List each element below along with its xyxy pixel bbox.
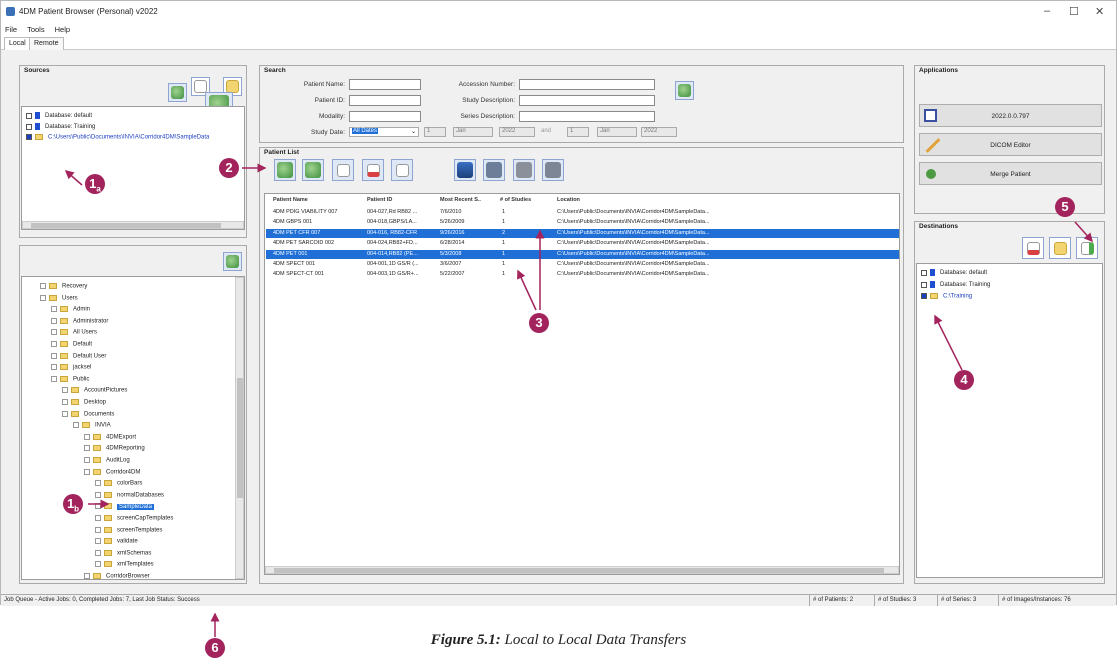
callout-3: 3 [529, 313, 549, 333]
arrow-3b [517, 269, 537, 311]
callout-5: 5 [1055, 197, 1075, 217]
caption-prefix: Figure 5.1: [430, 632, 501, 648]
arrow-4 [934, 314, 963, 371]
arrow-5 [1074, 221, 1094, 243]
callout-2: 2 [219, 158, 239, 178]
arrow-1a [64, 170, 83, 186]
caption-text: Local to Local Data Transfers [500, 632, 687, 648]
callout-4: 4 [954, 370, 974, 390]
callout-1a: 1a [85, 174, 105, 194]
figure-caption: Figure 5.1: Local to Local Data Transfer… [0, 632, 1117, 649]
callout-1b: 1b [63, 494, 83, 514]
callout-arrows [64, 163, 1094, 637]
